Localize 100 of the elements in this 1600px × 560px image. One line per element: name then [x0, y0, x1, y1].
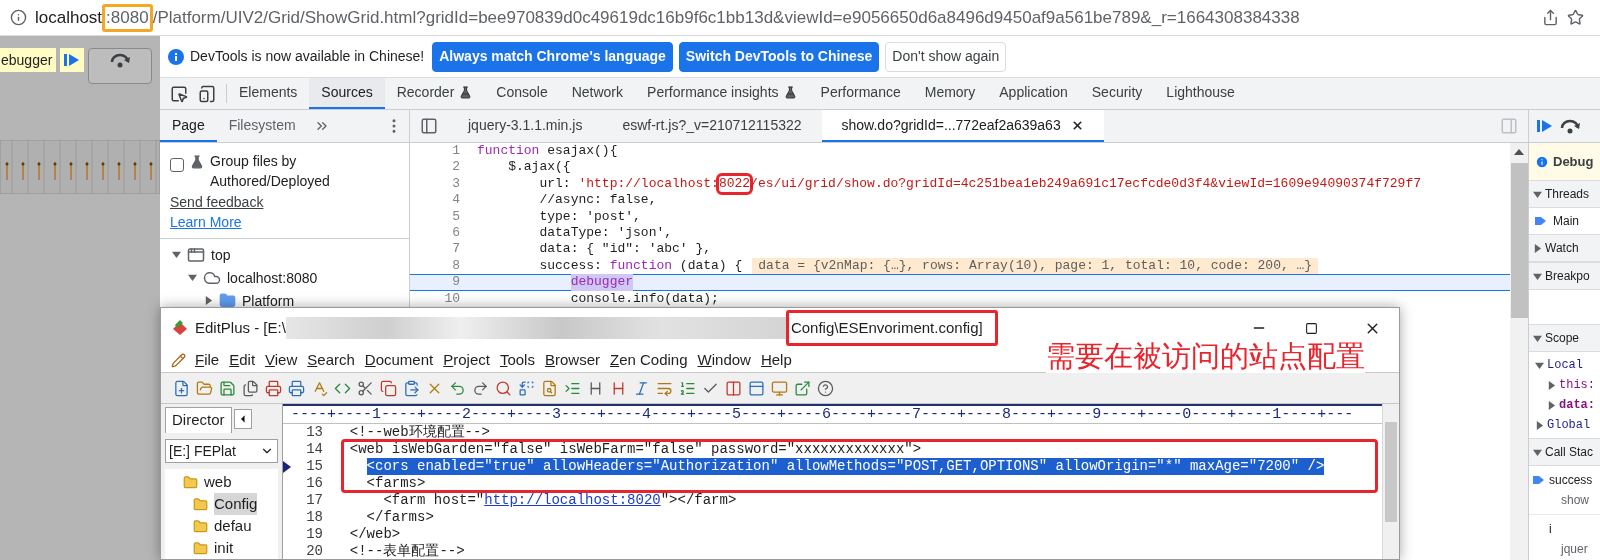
undo-icon[interactable] — [449, 379, 466, 397]
close-icon[interactable] — [1070, 118, 1084, 132]
open-folder-icon[interactable] — [196, 379, 213, 397]
menu-item[interactable]: Browser — [539, 348, 605, 372]
italic-icon[interactable] — [633, 379, 650, 397]
triangle-icon[interactable] — [188, 273, 197, 282]
menu-item[interactable]: Tools — [494, 348, 540, 372]
menu-item[interactable]: Edit — [224, 348, 261, 372]
variable-name[interactable]: this: — [1559, 376, 1595, 394]
scroll-button[interactable] — [233, 409, 252, 430]
infobar-button[interactable]: Switch DevTools to Chinese — [678, 41, 880, 72]
save-icon[interactable] — [219, 379, 236, 397]
link[interactable]: Send feedback — [170, 192, 264, 212]
scrollbar-thumb[interactable] — [1385, 422, 1397, 522]
paste-icon[interactable] — [403, 379, 420, 397]
devtools-tab[interactable]: Sources — [309, 78, 385, 109]
triangle-icon[interactable] — [1533, 189, 1542, 199]
columns-icon[interactable] — [725, 379, 742, 397]
menu-item[interactable]: Document — [359, 348, 439, 372]
info-icon[interactable] — [10, 9, 27, 26]
file-tab[interactable]: show.do?gridId=...772eaf2a639a63 — [821, 110, 1104, 142]
cut-icon[interactable] — [357, 379, 374, 397]
maximize-icon[interactable] — [1305, 321, 1318, 335]
directory-item[interactable]: defau — [214, 514, 252, 538]
triangle-icon[interactable] — [1533, 447, 1542, 457]
triangle-icon[interactable] — [1535, 420, 1544, 430]
triangle-icon[interactable] — [172, 250, 181, 259]
drive-dropdown[interactable]: [E:] FEPlat — [165, 439, 278, 463]
toggle-sidebar-icon[interactable] — [1500, 117, 1518, 135]
directory-item[interactable]: web — [204, 470, 232, 494]
new-file-icon[interactable] — [173, 379, 190, 397]
menu-item[interactable]: File — [190, 348, 225, 372]
inspect-icon[interactable] — [170, 84, 188, 103]
checkbox[interactable] — [170, 158, 184, 172]
line-number: 20 — [305, 543, 323, 559]
directory-item[interactable]: init — [214, 536, 234, 559]
scroll-up-icon[interactable] — [1514, 149, 1524, 155]
tree-item[interactable]: top — [211, 246, 231, 263]
menu-item[interactable]: Search — [302, 348, 360, 372]
scope-item[interactable]: Global — [1547, 416, 1591, 434]
infobar-button[interactable]: Always match Chrome's language — [432, 41, 673, 72]
panel-tab[interactable]: Director — [165, 407, 232, 434]
device-icon[interactable] — [198, 84, 216, 103]
printer-icon[interactable] — [288, 379, 305, 397]
copy-icon[interactable] — [380, 379, 397, 397]
print-preview-icon[interactable] — [265, 379, 282, 397]
link[interactable]: Learn More — [170, 212, 242, 232]
toggle-navigator-icon[interactable] — [420, 117, 438, 135]
call-frame[interactable]: success — [1549, 470, 1593, 490]
menu-item[interactable]: Help — [755, 348, 797, 372]
link[interactable]: http://localhost:8020 — [484, 492, 661, 508]
star-icon[interactable] — [1567, 9, 1584, 26]
menu-item[interactable]: Project — [438, 348, 495, 372]
call-frame[interactable]: i — [1549, 519, 1588, 539]
triangle-icon[interactable] — [1533, 271, 1542, 281]
redo-icon[interactable] — [472, 379, 489, 397]
infobar-button[interactable]: Don't show again — [885, 41, 1007, 72]
triangle-icon[interactable] — [1533, 243, 1542, 253]
find-in-files-icon[interactable] — [541, 379, 558, 397]
line-numbers-icon[interactable] — [679, 379, 696, 397]
devtools-tab[interactable]: Recorder — [384, 78, 485, 109]
menu-item[interactable]: View — [260, 348, 303, 372]
navigator-tab[interactable]: Filesystem — [216, 110, 308, 142]
panel-icon[interactable] — [748, 379, 765, 397]
file-tab[interactable]: eswf-rt.js?_v=210712115322 — [602, 110, 822, 142]
monitor-icon[interactable] — [771, 379, 788, 397]
devtools-tab[interactable]: Memory — [912, 78, 988, 109]
devtools-tab[interactable]: Application — [987, 78, 1080, 109]
devtools-tab[interactable]: Network — [559, 78, 636, 109]
step-over-icon[interactable] — [1559, 117, 1581, 135]
triangle-icon[interactable] — [1547, 400, 1556, 410]
triangle-icon[interactable] — [1533, 333, 1542, 343]
file-tab[interactable]: jquery-3.1.1.min.js — [448, 110, 603, 142]
step-over-button[interactable] — [88, 48, 153, 84]
scrollbar-thumb[interactable] — [1510, 163, 1528, 318]
replace-icon[interactable] — [518, 379, 535, 397]
directory-item[interactable]: Config — [214, 492, 258, 516]
scope-item[interactable]: Local — [1547, 356, 1583, 374]
menu-item[interactable]: Zen Coding — [605, 348, 693, 372]
step-over-icon[interactable] — [109, 51, 132, 69]
tree-item[interactable]: localhost:8080 — [227, 269, 318, 286]
tree-item[interactable]: Platform — [242, 292, 295, 309]
devtools-tab[interactable]: Performance — [808, 78, 913, 109]
external-icon[interactable] — [794, 379, 811, 397]
devtools-tab[interactable]: Security — [1079, 78, 1155, 109]
triangle-icon[interactable] — [1547, 380, 1556, 390]
devtools-tab[interactable]: Lighthouse — [1154, 78, 1247, 109]
save-all-icon[interactable] — [242, 379, 259, 397]
menu-item[interactable]: Window — [692, 348, 756, 372]
navigator-tab[interactable]: Page — [160, 110, 217, 142]
triangle-icon[interactable] — [1535, 360, 1544, 370]
triangle-icon[interactable] — [204, 296, 213, 305]
variable-name[interactable]: data: — [1559, 396, 1595, 414]
search-icon[interactable] — [495, 379, 512, 397]
share-icon[interactable] — [1542, 9, 1559, 26]
devtools-tab[interactable]: Console — [484, 78, 560, 109]
help-icon[interactable] — [817, 379, 834, 397]
devtools-tab[interactable]: Performance insights — [635, 78, 809, 109]
thread-item[interactable]: Main — [1553, 212, 1579, 230]
devtools-tab[interactable]: Elements — [227, 78, 310, 109]
